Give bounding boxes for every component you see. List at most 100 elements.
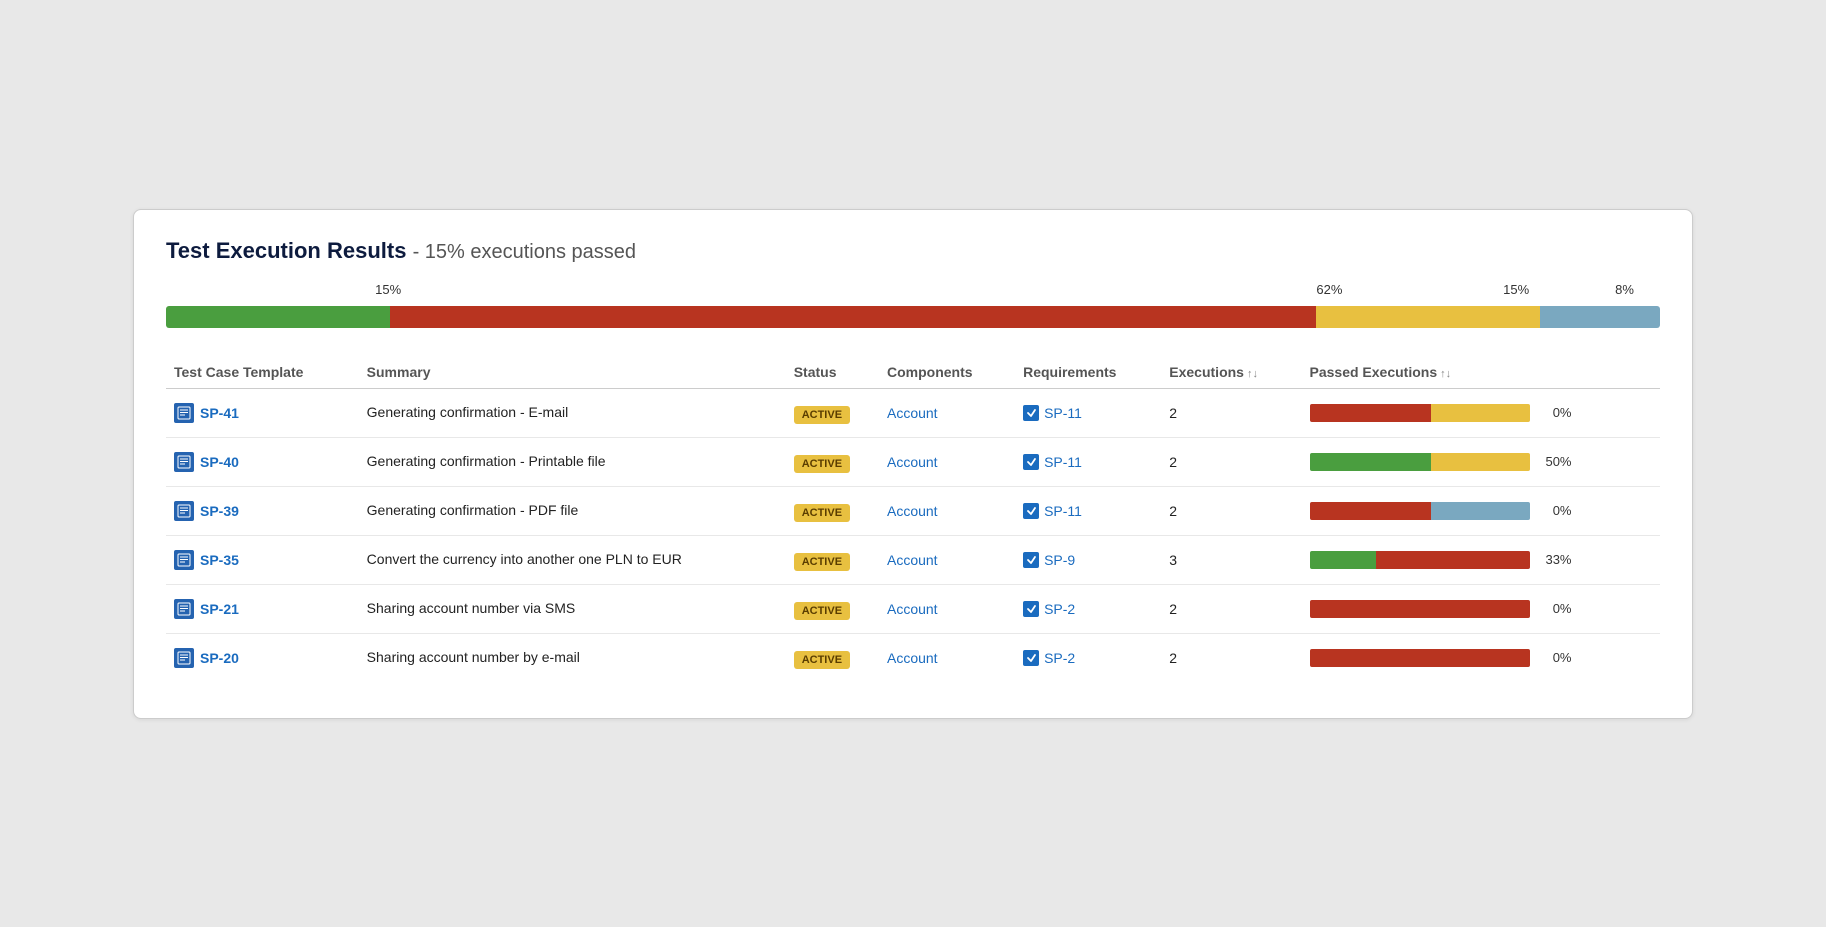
test-case-icon bbox=[174, 550, 194, 570]
component-link[interactable]: Account bbox=[887, 454, 938, 470]
status-badge: ACTIVE bbox=[794, 553, 850, 571]
test-case-id: SP-35 bbox=[200, 552, 239, 568]
test-case-icon bbox=[174, 648, 194, 668]
test-case-id: SP-41 bbox=[200, 405, 239, 421]
test-case-icon bbox=[174, 599, 194, 619]
mini-bar bbox=[1310, 649, 1530, 667]
executions-count: 2 bbox=[1161, 633, 1301, 682]
mini-bar-segment bbox=[1431, 453, 1530, 471]
test-case-summary: Generating confirmation - PDF file bbox=[359, 486, 786, 535]
passed-executions-cell: 0% bbox=[1310, 502, 1653, 520]
test-case-link[interactable]: SP-35 bbox=[174, 550, 351, 570]
mini-bar bbox=[1310, 600, 1530, 618]
executions-count: 2 bbox=[1161, 486, 1301, 535]
status-badge: ACTIVE bbox=[794, 651, 850, 669]
executions-count: 2 bbox=[1161, 437, 1301, 486]
test-case-id: SP-21 bbox=[200, 601, 239, 617]
table-body: SP-41 Generating confirmation - E-mail ACT… bbox=[166, 388, 1660, 682]
passed-pct-label: 0% bbox=[1538, 601, 1572, 616]
test-case-link[interactable]: SP-20 bbox=[174, 648, 351, 668]
mini-bar-segment bbox=[1310, 551, 1376, 569]
mini-bar-segment bbox=[1310, 502, 1431, 520]
table-row: SP-35 Convert the currency into another o… bbox=[166, 535, 1660, 584]
progress-bar-segment bbox=[390, 306, 1316, 328]
component-link[interactable]: Account bbox=[887, 650, 938, 666]
passed-pct-label: 33% bbox=[1538, 552, 1572, 567]
title-sub: - 15% executions passed bbox=[413, 241, 636, 263]
requirement-link[interactable]: SP-11 bbox=[1044, 503, 1082, 519]
status-badge: ACTIVE bbox=[794, 455, 850, 473]
column-header[interactable]: Passed Executions bbox=[1302, 356, 1661, 389]
requirement-checkbox bbox=[1023, 601, 1039, 617]
executions-count: 2 bbox=[1161, 584, 1301, 633]
table-row: SP-41 Generating confirmation - E-mail ACT… bbox=[166, 388, 1660, 437]
progress-bar bbox=[166, 306, 1660, 328]
column-header[interactable]: Executions bbox=[1161, 356, 1301, 389]
requirement-link[interactable]: SP-2 bbox=[1044, 601, 1075, 617]
test-case-icon bbox=[174, 501, 194, 521]
column-header: Components bbox=[879, 356, 1015, 389]
passed-executions-cell: 0% bbox=[1310, 600, 1653, 618]
mini-bar-segment bbox=[1431, 502, 1530, 520]
progress-bar-segment bbox=[166, 306, 390, 328]
test-case-icon bbox=[174, 452, 194, 472]
progress-section: 15%62%15%8% bbox=[166, 282, 1660, 328]
passed-pct-label: 0% bbox=[1538, 405, 1572, 420]
passed-pct-label: 0% bbox=[1538, 503, 1572, 518]
progress-label: 62% bbox=[1316, 282, 1342, 297]
passed-pct-label: 50% bbox=[1538, 454, 1572, 469]
passed-executions-cell: 50% bbox=[1310, 453, 1653, 471]
requirement-checkbox bbox=[1023, 454, 1039, 470]
results-card: Test Execution Results - 15% executions … bbox=[133, 209, 1693, 719]
status-badge: ACTIVE bbox=[794, 504, 850, 522]
mini-bar bbox=[1310, 551, 1530, 569]
mini-bar-segment bbox=[1310, 404, 1431, 422]
mini-bar bbox=[1310, 404, 1530, 422]
mini-bar-segment bbox=[1310, 600, 1530, 618]
passed-executions-cell: 0% bbox=[1310, 649, 1653, 667]
test-case-link[interactable]: SP-40 bbox=[174, 452, 351, 472]
requirement-link[interactable]: SP-2 bbox=[1044, 650, 1075, 666]
test-case-link[interactable]: SP-39 bbox=[174, 501, 351, 521]
results-table: Test Case TemplateSummaryStatusComponent… bbox=[166, 356, 1660, 682]
test-case-summary: Generating confirmation - Printable file bbox=[359, 437, 786, 486]
progress-label: 15% bbox=[1503, 282, 1529, 297]
column-header: Status bbox=[786, 356, 879, 389]
passed-executions-cell: 0% bbox=[1310, 404, 1653, 422]
mini-bar-segment bbox=[1376, 551, 1530, 569]
component-link[interactable]: Account bbox=[887, 503, 938, 519]
test-case-icon bbox=[174, 403, 194, 423]
requirement-link[interactable]: SP-11 bbox=[1044, 405, 1082, 421]
table-header-row: Test Case TemplateSummaryStatusComponent… bbox=[166, 356, 1660, 389]
column-header: Test Case Template bbox=[166, 356, 359, 389]
component-link[interactable]: Account bbox=[887, 552, 938, 568]
mini-bar-segment bbox=[1431, 404, 1530, 422]
requirement-link[interactable]: SP-11 bbox=[1044, 454, 1082, 470]
title-main: Test Execution Results bbox=[166, 238, 406, 263]
executions-count: 2 bbox=[1161, 388, 1301, 437]
passed-pct-label: 0% bbox=[1538, 650, 1572, 665]
progress-label: 8% bbox=[1615, 282, 1634, 297]
component-link[interactable]: Account bbox=[887, 601, 938, 617]
progress-labels: 15%62%15%8% bbox=[166, 282, 1660, 304]
test-case-summary: Generating confirmation - E-mail bbox=[359, 388, 786, 437]
status-badge: ACTIVE bbox=[794, 602, 850, 620]
component-link[interactable]: Account bbox=[887, 405, 938, 421]
table-row: SP-39 Generating confirmation - PDF file A… bbox=[166, 486, 1660, 535]
test-case-summary: Sharing account number via SMS bbox=[359, 584, 786, 633]
column-header: Summary bbox=[359, 356, 786, 389]
test-case-link[interactable]: SP-21 bbox=[174, 599, 351, 619]
passed-executions-cell: 33% bbox=[1310, 551, 1653, 569]
test-case-link[interactable]: SP-41 bbox=[174, 403, 351, 423]
table-row: SP-40 Generating confirmation - Printable… bbox=[166, 437, 1660, 486]
test-case-summary: Convert the currency into another one PL… bbox=[359, 535, 786, 584]
table-row: SP-20 Sharing account number by e-mail ACT… bbox=[166, 633, 1660, 682]
status-badge: ACTIVE bbox=[794, 406, 850, 424]
requirement-link[interactable]: SP-9 bbox=[1044, 552, 1075, 568]
page-title: Test Execution Results - 15% executions … bbox=[166, 238, 1660, 264]
progress-bar-segment bbox=[1540, 306, 1660, 328]
test-case-summary: Sharing account number by e-mail bbox=[359, 633, 786, 682]
executions-count: 3 bbox=[1161, 535, 1301, 584]
test-case-id: SP-20 bbox=[200, 650, 239, 666]
progress-bar-segment bbox=[1316, 306, 1540, 328]
